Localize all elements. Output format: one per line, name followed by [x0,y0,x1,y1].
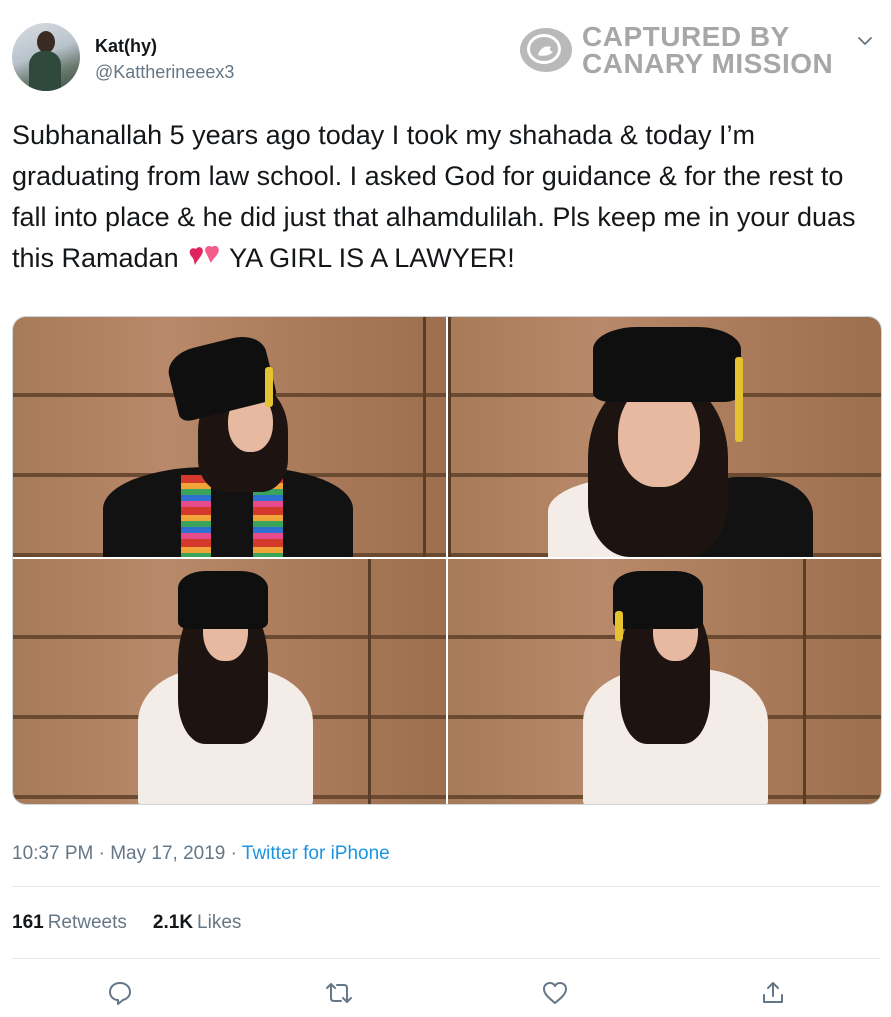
avatar-head [37,31,55,53]
tweet-time[interactable]: 10:37 PM [12,843,93,864]
tweet-ending: YA GIRL IS A LAWYER! [222,243,515,273]
reply-icon [109,982,131,1005]
share-button[interactable] [755,975,791,1011]
tweet-text: Subhanallah 5 years ago today I took my … [12,115,882,279]
watermark-line-2: CANARY MISSION [582,48,834,79]
avatar[interactable] [12,23,80,91]
likes-stat[interactable]: 2.1K Likes [153,912,242,934]
canary-logo-icon [520,28,572,72]
avatar-body [29,51,61,91]
tweet-date[interactable]: May 17, 2019 [110,843,225,864]
divider [12,886,880,887]
user-handle[interactable]: @Kattherineeex3 [95,62,234,83]
photo-2[interactable] [448,317,881,557]
media-grid[interactable] [12,316,882,805]
photo-3[interactable] [13,559,446,804]
likes-label: Likes [197,912,242,933]
retweets-label: Retweets [47,912,127,933]
tweet-source-link[interactable]: Twitter for iPhone [242,843,390,864]
share-icon [763,982,783,1003]
engagement-stats: 161 Retweets 2.1K Likes [12,912,241,934]
reply-button[interactable] [102,975,138,1011]
retweets-stat[interactable]: 161 Retweets [12,912,127,934]
divider [12,958,880,959]
retweets-count: 161 [12,912,44,933]
tweet-timestamp[interactable]: 10:37 PM · May 17, 2019 · Twitter for iP… [12,843,390,865]
separator: · [93,843,111,864]
canary-mission-watermark: CAPTURED BY CANARY MISSION [520,22,833,78]
retweet-icon [326,983,352,1003]
separator: · [225,843,242,864]
watermark-line-1: CAPTURED BY [582,21,790,52]
like-icon [543,982,567,1004]
photo-4[interactable] [448,559,881,804]
photo-1[interactable] [13,317,446,557]
chevron-down-icon[interactable] [856,32,874,50]
two-hearts-icon [189,245,219,265]
display-name[interactable]: Kat(hy) [95,36,157,57]
retweet-button[interactable] [321,975,357,1011]
likes-count: 2.1K [152,912,194,933]
action-bar [0,975,891,1011]
like-button[interactable] [537,975,573,1011]
